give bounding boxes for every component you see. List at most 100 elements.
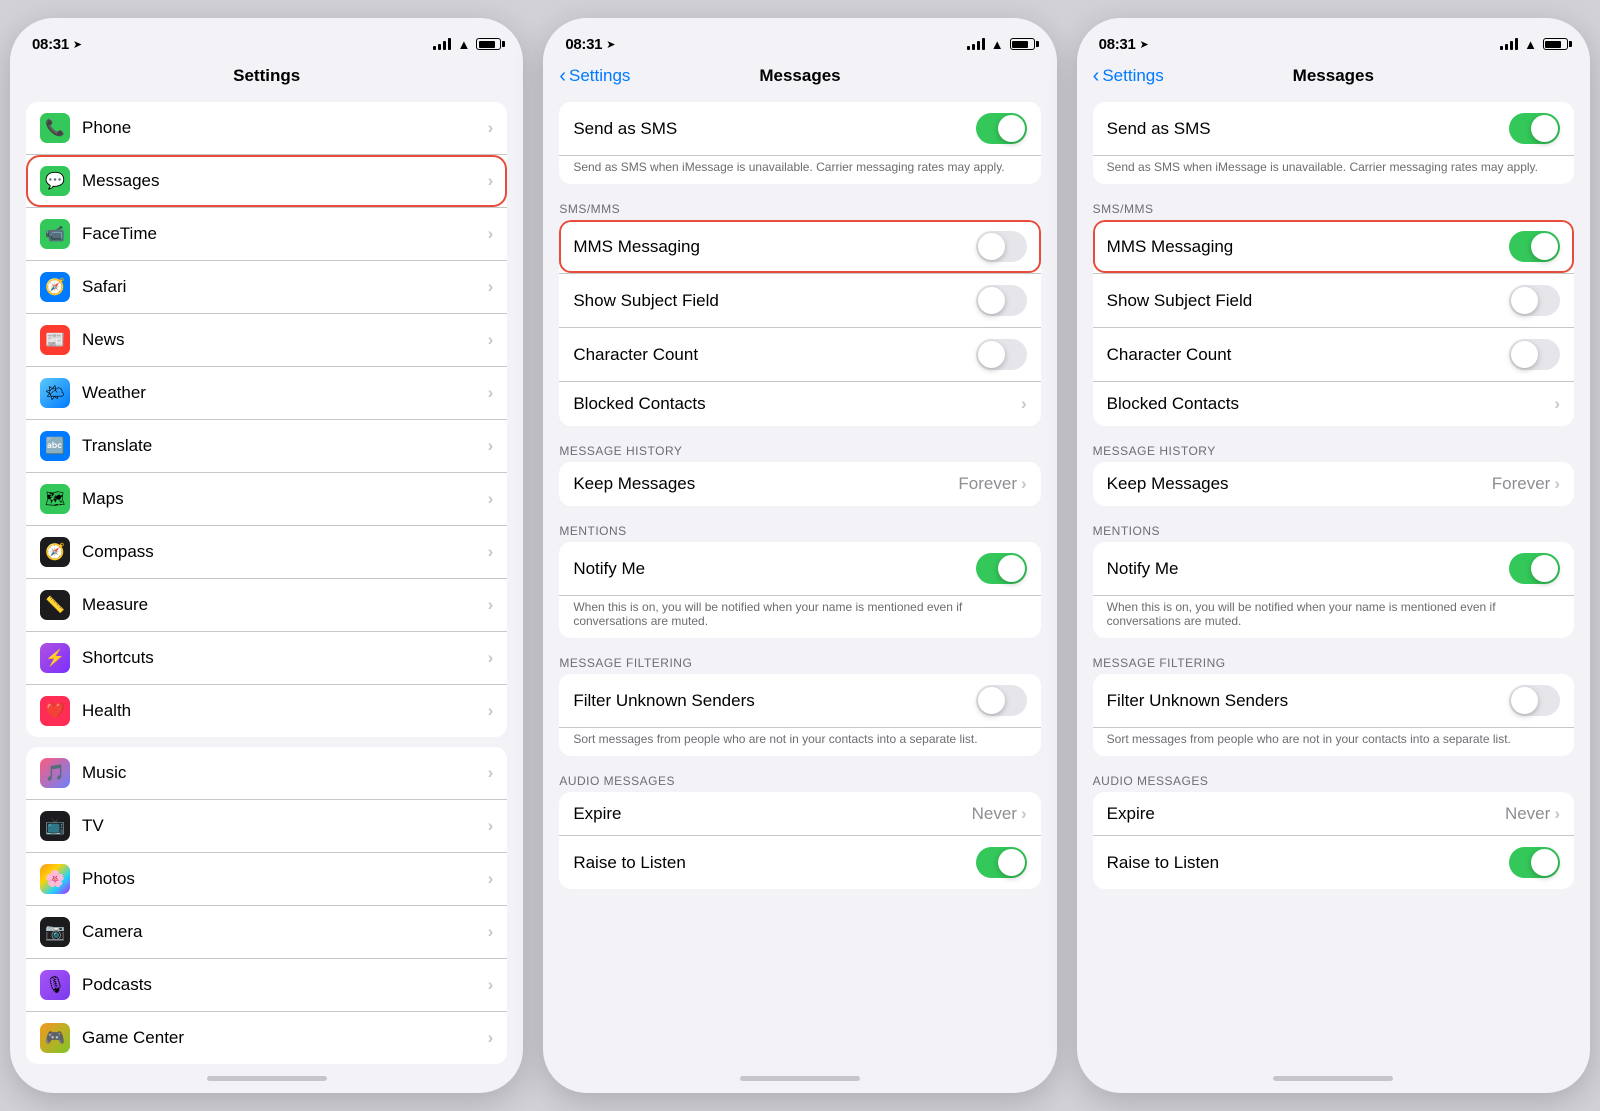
nav-bar-2: ‹ Settings Messages bbox=[543, 62, 1056, 94]
messages-row[interactable]: 💬 Messages › bbox=[26, 155, 507, 208]
safari-icon: 🧭 bbox=[40, 272, 70, 302]
keep-messages-row-3[interactable]: Keep Messages Forever › bbox=[1093, 462, 1574, 506]
phone-row[interactable]: 📞 Phone › bbox=[26, 102, 507, 155]
nav-back-3[interactable]: ‹ Settings bbox=[1093, 66, 1164, 86]
compass-label: Compass bbox=[82, 542, 488, 562]
shortcuts-row[interactable]: ⚡ Shortcuts › bbox=[26, 632, 507, 685]
filter-unknown-row-2[interactable]: Filter Unknown Senders bbox=[559, 674, 1040, 728]
mms-messaging-row-2[interactable]: MMS Messaging bbox=[559, 220, 1040, 274]
shortcuts-label: Shortcuts bbox=[82, 648, 488, 668]
char-count-toggle-2[interactable] bbox=[976, 339, 1027, 370]
raise-listen-row-2[interactable]: Raise to Listen bbox=[559, 836, 1040, 889]
podcasts-row[interactable]: 🎙 Podcasts › bbox=[26, 959, 507, 1012]
notify-me-row-3[interactable]: Notify Me bbox=[1093, 542, 1574, 596]
safari-row[interactable]: 🧭 Safari › bbox=[26, 261, 507, 314]
translate-label: Translate bbox=[82, 436, 488, 456]
raise-listen-row-3[interactable]: Raise to Listen bbox=[1093, 836, 1574, 889]
translate-icon: 🔤 bbox=[40, 431, 70, 461]
messages-label: Messages bbox=[82, 171, 488, 191]
health-chevron: › bbox=[488, 701, 494, 721]
safari-label: Safari bbox=[82, 277, 488, 297]
filter-unknown-toggle-2[interactable] bbox=[976, 685, 1027, 716]
show-subject-row-2[interactable]: Show Subject Field bbox=[559, 274, 1040, 328]
filter-unknown-row-3[interactable]: Filter Unknown Senders bbox=[1093, 674, 1574, 728]
sms-mms-card-3: MMS Messaging Show Subject Field Charact… bbox=[1093, 220, 1574, 426]
send-sms-row-3[interactable]: Send as SMS bbox=[1093, 102, 1574, 156]
status-time-2: 08:31 bbox=[565, 36, 602, 53]
mms-toggle-3[interactable] bbox=[1509, 231, 1560, 262]
char-count-label-3: Character Count bbox=[1107, 345, 1509, 365]
mentions-subtext-2: When this is on, you will be notified wh… bbox=[559, 596, 1040, 638]
phone-label: Phone bbox=[82, 118, 488, 138]
raise-listen-toggle-3[interactable] bbox=[1509, 847, 1560, 878]
filter-subtext-2: Sort messages from people who are not in… bbox=[559, 728, 1040, 756]
wifi-icon-3: ▲ bbox=[1524, 37, 1537, 52]
notify-me-label-3: Notify Me bbox=[1107, 559, 1509, 579]
compass-chevron: › bbox=[488, 542, 494, 562]
compass-row[interactable]: 🧭 Compass › bbox=[26, 526, 507, 579]
news-row[interactable]: 📰 News › bbox=[26, 314, 507, 367]
home-indicator-3 bbox=[1273, 1076, 1393, 1081]
health-row[interactable]: ❤️ Health › bbox=[26, 685, 507, 737]
phone-2: 08:31 ➤ ▲ ‹ Settings Messages Send as bbox=[543, 18, 1056, 1093]
mms-toggle-2[interactable] bbox=[976, 231, 1027, 262]
wifi-icon-1: ▲ bbox=[457, 37, 470, 52]
char-count-row-3[interactable]: Character Count bbox=[1093, 328, 1574, 382]
status-bar-3: 08:31 ➤ ▲ bbox=[1077, 18, 1590, 62]
raise-listen-toggle-2[interactable] bbox=[976, 847, 1027, 878]
measure-label: Measure bbox=[82, 595, 488, 615]
podcasts-icon: 🎙 bbox=[40, 970, 70, 1000]
music-row[interactable]: 🎵 Music › bbox=[26, 747, 507, 800]
blocked-contacts-row-3[interactable]: Blocked Contacts › bbox=[1093, 382, 1574, 426]
signal-bars-1 bbox=[433, 38, 451, 50]
show-subject-toggle-3[interactable] bbox=[1509, 285, 1560, 316]
notify-me-toggle-3[interactable] bbox=[1509, 553, 1560, 584]
expire-row-3[interactable]: Expire Never › bbox=[1093, 792, 1574, 836]
blocked-contacts-label-3: Blocked Contacts bbox=[1107, 394, 1555, 414]
translate-row[interactable]: 🔤 Translate › bbox=[26, 420, 507, 473]
notify-me-toggle-2[interactable] bbox=[976, 553, 1027, 584]
expire-chevron-2: › bbox=[1021, 804, 1027, 824]
char-count-toggle-3[interactable] bbox=[1509, 339, 1560, 370]
gamecenter-icon: 🎮 bbox=[40, 1023, 70, 1053]
photos-row[interactable]: 🌸 Photos › bbox=[26, 853, 507, 906]
expire-label-3: Expire bbox=[1107, 804, 1505, 824]
show-subject-row-3[interactable]: Show Subject Field bbox=[1093, 274, 1574, 328]
nav-back-2[interactable]: ‹ Settings bbox=[559, 66, 630, 86]
settings-content: 📞 Phone › 💬 Messages › 📹 FaceTime bbox=[10, 94, 523, 1068]
char-count-row-2[interactable]: Character Count bbox=[559, 328, 1040, 382]
photos-label: Photos bbox=[82, 869, 488, 889]
facetime-row[interactable]: 📹 FaceTime › bbox=[26, 208, 507, 261]
maps-row[interactable]: 🗺 Maps › bbox=[26, 473, 507, 526]
measure-row[interactable]: 📏 Measure › bbox=[26, 579, 507, 632]
health-icon: ❤️ bbox=[40, 696, 70, 726]
send-sms-toggle-2[interactable] bbox=[976, 113, 1027, 144]
keep-messages-row-2[interactable]: Keep Messages Forever › bbox=[559, 462, 1040, 506]
filter-unknown-toggle-3[interactable] bbox=[1509, 685, 1560, 716]
phone-3: 08:31 ➤ ▲ ‹ Settings Messages Send as bbox=[1077, 18, 1590, 1093]
camera-row[interactable]: 📷 Camera › bbox=[26, 906, 507, 959]
compass-icon: 🧭 bbox=[40, 537, 70, 567]
location-icon-1: ➤ bbox=[73, 38, 82, 51]
show-subject-label-3: Show Subject Field bbox=[1107, 291, 1509, 311]
send-sms-toggle-3[interactable] bbox=[1509, 113, 1560, 144]
notify-me-row-2[interactable]: Notify Me bbox=[559, 542, 1040, 596]
weather-row[interactable]: 🌤 Weather › bbox=[26, 367, 507, 420]
keep-messages-value-3: Forever bbox=[1492, 474, 1551, 494]
status-bar-1: 08:31 ➤ ▲ bbox=[10, 18, 523, 62]
mentions-label-3: MENTIONS bbox=[1077, 516, 1590, 542]
show-subject-toggle-2[interactable] bbox=[976, 285, 1027, 316]
msg-filtering-card-3: Filter Unknown Senders Sort messages fro… bbox=[1093, 674, 1574, 756]
messages-icon: 💬 bbox=[40, 166, 70, 196]
send-sms-label-3: Send as SMS bbox=[1107, 119, 1509, 139]
tv-row[interactable]: 📺 TV › bbox=[26, 800, 507, 853]
send-sms-row-2[interactable]: Send as SMS bbox=[559, 102, 1040, 156]
camera-label: Camera bbox=[82, 922, 488, 942]
status-icons-2: ▲ bbox=[967, 37, 1035, 52]
blocked-contacts-row-2[interactable]: Blocked Contacts › bbox=[559, 382, 1040, 426]
safari-chevron: › bbox=[488, 277, 494, 297]
mms-messaging-row-3[interactable]: MMS Messaging bbox=[1093, 220, 1574, 274]
gamecenter-row[interactable]: 🎮 Game Center › bbox=[26, 1012, 507, 1064]
expire-row-2[interactable]: Expire Never › bbox=[559, 792, 1040, 836]
send-sms-card-2: Send as SMS Send as SMS when iMessage is… bbox=[559, 102, 1040, 184]
